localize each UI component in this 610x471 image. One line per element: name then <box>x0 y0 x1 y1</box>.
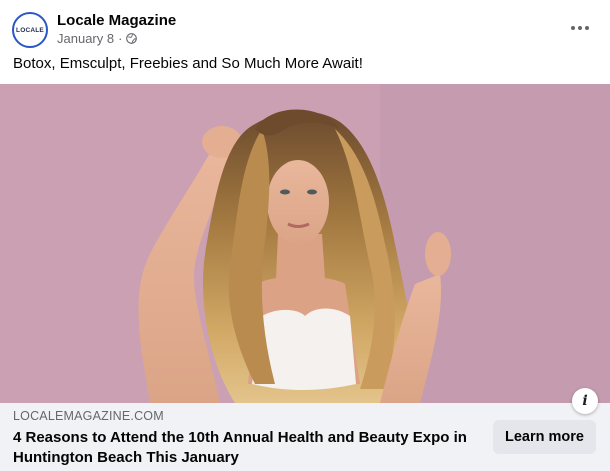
link-domain: LOCALEMAGAZINE.COM <box>13 409 164 423</box>
facebook-post: LOCALE Locale Magazine January 8 · Botox… <box>0 0 610 471</box>
page-avatar[interactable]: LOCALE <box>12 12 48 48</box>
globe-icon[interactable] <box>126 33 138 44</box>
post-meta: January 8 · <box>57 31 138 46</box>
post-photo[interactable] <box>0 84 610 403</box>
more-options-icon <box>570 26 591 30</box>
photo-woman-long-hair <box>0 84 610 403</box>
post-date[interactable]: January 8 <box>57 31 114 46</box>
link-headline[interactable]: 4 Reasons to Attend the 10th Annual Heal… <box>13 428 483 468</box>
post-header: LOCALE Locale Magazine January 8 · Botox… <box>0 0 610 84</box>
more-options-button[interactable] <box>566 14 594 42</box>
page-name[interactable]: Locale Magazine <box>57 12 176 29</box>
meta-separator: · <box>118 31 123 46</box>
link-preview[interactable]: LOCALEMAGAZINE.COM 4 Reasons to Attend t… <box>0 403 610 471</box>
info-icon[interactable]: i <box>572 388 598 414</box>
learn-more-button[interactable]: Learn more <box>493 420 596 454</box>
avatar-logo-text: LOCALE <box>16 26 44 34</box>
post-caption: Botox, Emsculpt, Freebies and So Much Mo… <box>13 55 363 72</box>
